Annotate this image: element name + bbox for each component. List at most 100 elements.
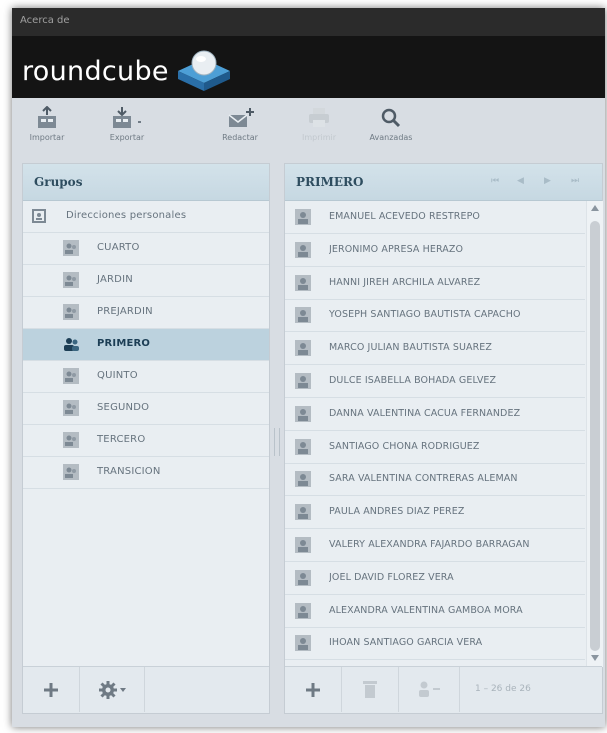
group-label: QUINTO [97, 370, 138, 381]
group-options-button[interactable] [80, 667, 145, 712]
print-button[interactable]: Imprimir [298, 106, 340, 156]
group-label: PRIMERO [97, 338, 151, 349]
add-contact-button[interactable] [285, 667, 342, 712]
trash-icon [363, 681, 377, 698]
export-button[interactable]: Exportar [102, 106, 152, 156]
contact-icon [295, 438, 311, 455]
group-icon [63, 432, 79, 448]
brand-logo-text: roundcube [22, 56, 169, 87]
contact-name: PAULA ANDRES DIAZ PEREZ [329, 506, 465, 518]
contact-name: IHOAN SANTIAGO GARCIA VERA [329, 637, 483, 649]
delete-contact-button[interactable] [342, 667, 399, 712]
contact-row[interactable]: HANNI JIREH ARCHILA ALVAREZ [285, 267, 585, 300]
contact-row[interactable]: VALERY ALEXANDRA FAJARDO BARRAGAN [285, 529, 585, 562]
contact-row[interactable]: DULCE ISABELLA BOHADA GELVEZ [285, 365, 585, 398]
contact-icon [295, 405, 311, 422]
panel-splitter[interactable] [274, 428, 280, 456]
group-item-primero[interactable]: PRIMERO [23, 329, 269, 361]
scroll-thumb[interactable] [590, 221, 600, 651]
groups-panel: Grupos Direcciones personales CUARTO JAR… [22, 163, 270, 714]
contact-icon [295, 537, 311, 553]
group-label: TERCERO [97, 434, 146, 445]
contact-icon [295, 241, 311, 258]
contact-icon [295, 635, 311, 652]
group-item-segundo[interactable]: SEGUNDO [23, 393, 269, 425]
group-item-transicion[interactable]: TRANSICION [23, 457, 269, 489]
contact-row[interactable]: DANNA VALENTINA CACUA FERNANDEZ [285, 398, 585, 431]
contact-name: DANNA VALENTINA CACUA FERNANDEZ [329, 407, 521, 419]
gear-icon [99, 681, 117, 699]
header: roundcube [12, 36, 605, 98]
about-link[interactable]: Acerca de [20, 15, 70, 26]
contact-row[interactable]: IHOAN SANTIAGO GARCIA VERA [285, 627, 585, 661]
contact-icon [295, 209, 311, 225]
groups-footer [23, 666, 269, 713]
contact-group-icon [419, 681, 440, 697]
group-item-prejardin[interactable]: PREJARDIN [23, 297, 269, 329]
last-page-button[interactable]: ⏭ [571, 176, 579, 186]
next-page-button[interactable]: ▶ [544, 176, 551, 186]
contact-row[interactable]: JOEL DAVID FLOREZ VERA [285, 562, 585, 595]
first-page-button[interactable]: ⏮ [491, 176, 499, 186]
compose-button[interactable]: Redactar [217, 106, 263, 156]
group-item-quinto[interactable]: QUINTO [23, 361, 269, 393]
contact-list-scrollbar[interactable] [586, 201, 603, 667]
contact-name: MARCO JULIAN BAUTISTA SUAREZ [329, 342, 493, 354]
plus-icon [44, 683, 58, 697]
search-icon [381, 108, 401, 128]
contact-icon [295, 274, 311, 291]
contact-name: SARA VALENTINA CONTRERAS ALEMAN [329, 473, 518, 485]
contact-name: SANTIAGO CHONA RODRIGUEZ [329, 440, 480, 452]
contact-name: HANNI JIREH ARCHILA ALVAREZ [329, 276, 481, 288]
address-book-personal[interactable]: Direcciones personales [23, 201, 269, 233]
advanced-label: Avanzadas [369, 133, 413, 142]
add-group-button[interactable] [23, 667, 80, 712]
contact-icon [295, 340, 311, 357]
group-icon [63, 464, 79, 480]
advanced-search-button[interactable]: Avanzadas [367, 106, 415, 156]
group-icon [63, 368, 79, 384]
print-icon [309, 108, 329, 127]
compose-mail-icon [228, 108, 254, 127]
scroll-up-icon [591, 205, 599, 211]
group-icon [63, 272, 79, 288]
import-button[interactable]: Importar [24, 106, 70, 156]
group-icon [63, 304, 79, 320]
contact-row[interactable]: SARA VALENTINA CONTRERAS ALEMAN [285, 463, 585, 497]
group-icon [63, 240, 79, 256]
contact-row[interactable]: SANTIAGO CHONA RODRIGUEZ [285, 431, 585, 464]
toolbar: Importar Exportar Redactar Imprimir Avan… [12, 98, 605, 160]
group-label: SEGUNDO [97, 402, 150, 413]
contact-row[interactable]: PAULA ANDRES DIAZ PEREZ [285, 496, 585, 530]
groups-header: Grupos [23, 164, 269, 201]
export-label: Exportar [109, 133, 145, 142]
contact-list: EMANUEL ACEVEDO RESTREPO JERONIMO APRESA … [285, 201, 585, 667]
group-icon [63, 400, 79, 416]
contact-name: EMANUEL ACEVEDO RESTREPO [329, 211, 480, 222]
contact-row[interactable]: YOSEPH SANTIAGO BAUTISTA CAPACHO [285, 299, 585, 333]
chevron-down-icon [120, 688, 126, 692]
plus-icon [306, 683, 320, 697]
group-item-cuarto[interactable]: CUARTO [23, 233, 269, 265]
contacts-panel: PRIMERO ⏮ ◀ ▶ ⏭ EMANUEL ACEVEDO RESTREPO… [284, 163, 603, 714]
contact-name: JERONIMO APRESA HERAZO [329, 243, 464, 255]
contacts-footer: 1 – 26 de 26 [285, 666, 602, 713]
scroll-down-icon [591, 655, 599, 661]
prev-page-button[interactable]: ◀ [517, 176, 524, 186]
contact-row[interactable]: EMANUEL ACEVEDO RESTREPO [285, 201, 585, 234]
move-to-group-button[interactable] [399, 667, 460, 712]
contact-row[interactable]: ALEXANDRA VALENTINA GAMBOA MORA [285, 595, 585, 628]
import-icon [38, 106, 56, 128]
contact-name: DULCE ISABELLA BOHADA GELVEZ [329, 375, 497, 386]
contacts-title: PRIMERO [296, 175, 364, 189]
groups-title: Grupos [34, 175, 83, 189]
compose-label: Redactar [222, 133, 258, 142]
contact-row[interactable]: JERONIMO APRESA HERAZO [285, 234, 585, 267]
contact-icon [295, 569, 311, 586]
contact-icon [295, 373, 311, 389]
group-label: TRANSICION [97, 466, 161, 477]
pagination-count: 1 – 26 de 26 [475, 684, 531, 694]
group-item-jardin[interactable]: JARDIN [23, 265, 269, 297]
contact-row[interactable]: MARCO JULIAN BAUTISTA SUAREZ [285, 332, 585, 366]
group-item-tercero[interactable]: TERCERO [23, 425, 269, 457]
